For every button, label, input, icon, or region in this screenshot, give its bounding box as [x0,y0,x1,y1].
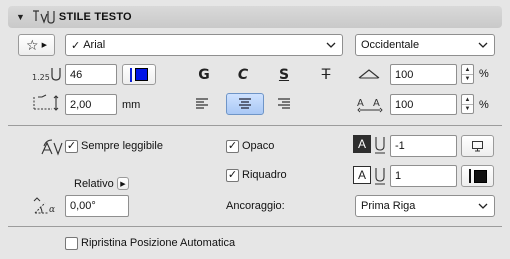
underline-button[interactable]: S [271,64,297,86]
align-right-icon [278,98,290,109]
italic-label: C [237,67,249,83]
strikethrough-button[interactable]: T [313,64,339,86]
text-style-icon [32,10,55,24]
frame-pen-input[interactable]: 1 [390,165,457,187]
restore-position-checkbox[interactable] [65,237,78,250]
bold-label: G [198,67,210,83]
spacing-value: 100 [395,98,414,111]
anchor-select[interactable]: Prima Riga [355,195,495,217]
text-size-input[interactable]: 46 [65,64,117,85]
checkmark-icon: ✓ [227,140,238,152]
width-factor-stepper[interactable]: ▲ ▼ [461,64,474,84]
svg-text:1.25: 1.25 [32,73,50,82]
checkmark-icon: ✓ [66,140,77,152]
separator [8,226,502,227]
restore-position-label: Ripristina Posizione Automatica [81,237,236,249]
frame-pen-value: 1 [395,170,402,182]
bold-button[interactable]: G [191,64,217,86]
font-select[interactable]: ✓ Arial [65,34,343,56]
pen-icon [375,137,385,154]
chevron-down-icon [478,203,488,209]
panel-header[interactable]: ▼ STILE TESTO [8,6,502,28]
svg-text:α: α [49,205,55,215]
svg-text:A: A [373,98,380,109]
angle-value: 0,00° [70,200,96,212]
frame-label: Riquadro [242,169,287,181]
spacing-input[interactable]: 100 [390,94,457,115]
distance-value: 2,00 [70,98,92,111]
align-right-button[interactable] [268,93,300,115]
panel-title: STILE TESTO [58,11,132,23]
font-select-value: Arial [83,39,106,51]
align-center-button[interactable] [226,93,264,115]
small-triangle-icon: ▶ [120,180,126,188]
text-size-icon: 1.25 [32,68,61,82]
distance-input[interactable]: 2,00 [65,94,117,115]
distance-unit: mm [122,99,141,111]
strikethrough-label: T [321,67,331,83]
stepper-down-icon[interactable]: ▼ [462,104,473,113]
relative-label: Relativo [74,178,114,190]
spacing-unit: % [479,99,489,111]
chevron-down-icon [326,42,336,48]
underline-label: S [278,67,290,83]
align-left-icon [196,98,208,109]
pen-color-swatch [473,169,487,183]
background-pen-value: -1 [395,140,405,152]
chevron-down-icon [478,42,488,48]
width-factor-unit: % [479,68,489,80]
frame-letter-icon: A [353,166,371,184]
checkmark-icon: ✓ [227,169,238,181]
always-readable-label: Sempre leggibile [81,140,163,152]
distance-icon [33,94,59,111]
width-factor-icon [358,69,380,79]
stepper-up-icon[interactable]: ▲ [462,95,473,104]
svg-text:A: A [357,98,364,109]
anchor-label: Ancoraggio: [226,200,285,212]
char-spacing-icon: A A [357,98,383,113]
stepper-down-icon[interactable]: ▼ [462,74,473,83]
align-left-button[interactable] [186,93,218,115]
opaque-label: Opaco [242,140,275,152]
pen-line-icon [468,169,471,183]
anchor-select-value: Prima Riga [361,200,416,212]
script-select[interactable]: Occidentale [355,34,495,56]
align-center-icon [239,98,251,109]
rotation-angle-icon: α [33,197,55,215]
separator [8,125,502,126]
background-pen-button[interactable] [461,135,494,157]
script-select-value: Occidentale [361,39,420,51]
opaque-checkbox[interactable]: ✓ [226,140,239,153]
pen-icon [375,168,385,185]
monitor-icon [472,141,483,152]
width-factor-input[interactable]: 100 [390,64,457,85]
stepper-up-icon[interactable]: ▲ [462,65,473,74]
width-factor-value: 100 [395,68,414,81]
spacing-stepper[interactable]: ▲ ▼ [461,94,474,114]
always-readable-checkbox[interactable]: ✓ [65,140,78,153]
small-triangle-icon: ▶ [41,42,47,49]
background-pen-input[interactable]: -1 [390,135,457,157]
star-icon: ☆ [26,37,39,53]
pen-color-swatch [135,68,148,81]
background-fill-icon: A [353,135,371,153]
checkmark-icon: ✓ [71,39,81,52]
pen-line-icon [130,67,132,82]
frame-checkbox[interactable]: ✓ [226,169,239,182]
favorites-button[interactable]: ☆ ▶ [18,34,55,56]
relative-menu-button[interactable]: ▶ [117,177,129,190]
italic-button[interactable]: C [230,64,256,86]
text-size-value: 46 [70,68,83,81]
frame-pen-button[interactable] [461,165,494,187]
collapse-triangle-icon[interactable]: ▼ [16,12,25,22]
text-pen-button[interactable] [122,64,156,85]
angle-input[interactable]: 0,00° [65,195,129,217]
readable-text-icon [41,139,63,156]
